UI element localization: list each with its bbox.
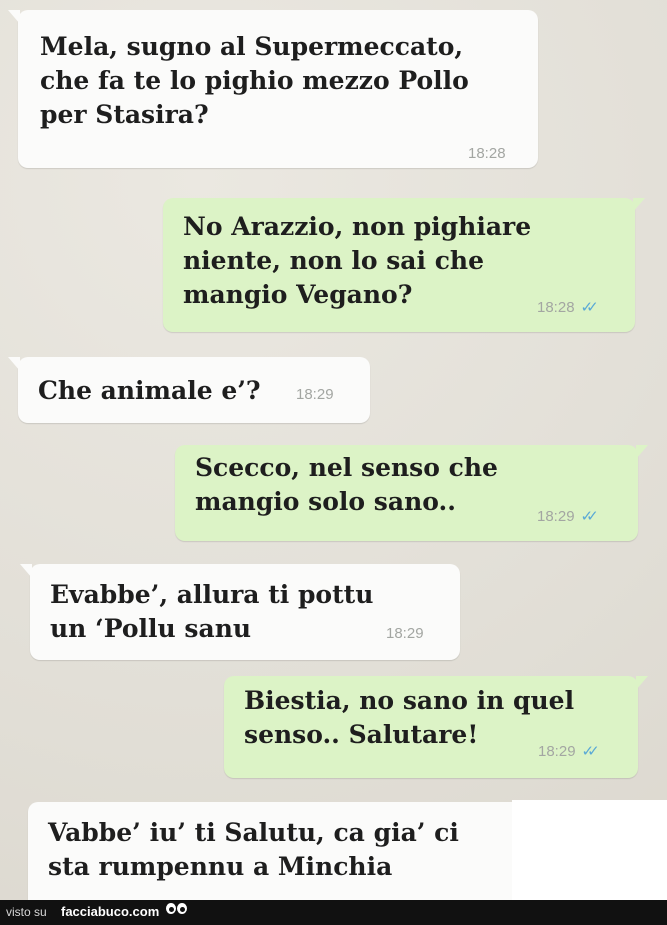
message-incoming[interactable]: Mela, sugno al Supermeccato, che fa te l… <box>8 10 538 168</box>
message-time: 18:28 <box>468 145 506 162</box>
footer-site-link[interactable]: facciabuco.com <box>61 904 159 919</box>
message-time-value: 18:28 <box>537 299 575 316</box>
white-overlay <box>512 800 667 900</box>
message-incoming[interactable]: Evabbe’, allura ti pottu un ‘Pollu sanu … <box>20 564 460 660</box>
message-time: 18:29 <box>386 625 424 642</box>
message-outgoing[interactable]: Scecco, nel senso che mangio solo sano..… <box>175 445 648 541</box>
message-time: 18:29 ✓✓ <box>538 743 600 760</box>
message-outgoing[interactable]: No Arazzio, non pighiare niente, non lo … <box>163 198 645 332</box>
eyes-icon <box>166 903 188 917</box>
message-text: Vabbe’ iu’ ti Salutu, ca gia’ ci sta rum… <box>48 818 459 881</box>
message-time: 18:29 <box>296 386 334 403</box>
message-time: 18:28 ✓✓ <box>537 299 599 316</box>
message-outgoing[interactable]: Biestia, no sano in quel senso.. Salutar… <box>224 676 648 778</box>
watermark-footer: visto su facciabuco.com <box>0 900 667 925</box>
message-incoming[interactable]: Che animale e’? 18:29 <box>8 357 370 423</box>
message-time: 18:29 ✓✓ <box>537 508 599 525</box>
message-text: No Arazzio, non pighiare niente, non lo … <box>183 212 532 309</box>
message-text: Biestia, no sano in quel senso.. Salutar… <box>244 686 575 749</box>
message-text: Mela, sugno al Supermeccato, che fa te l… <box>40 32 469 129</box>
chat-area: Mela, sugno al Supermeccato, che fa te l… <box>0 0 667 900</box>
double-check-icon: ✓✓ <box>580 508 599 525</box>
footer-visto: visto su <box>6 905 47 919</box>
message-incoming[interactable]: Vabbe’ iu’ ti Salutu, ca gia’ ci sta rum… <box>28 802 528 900</box>
double-check-icon: ✓✓ <box>581 743 600 760</box>
double-check-icon: ✓✓ <box>580 299 599 316</box>
message-time-value: 18:29 <box>538 743 576 760</box>
message-time-value: 18:29 <box>537 508 575 525</box>
